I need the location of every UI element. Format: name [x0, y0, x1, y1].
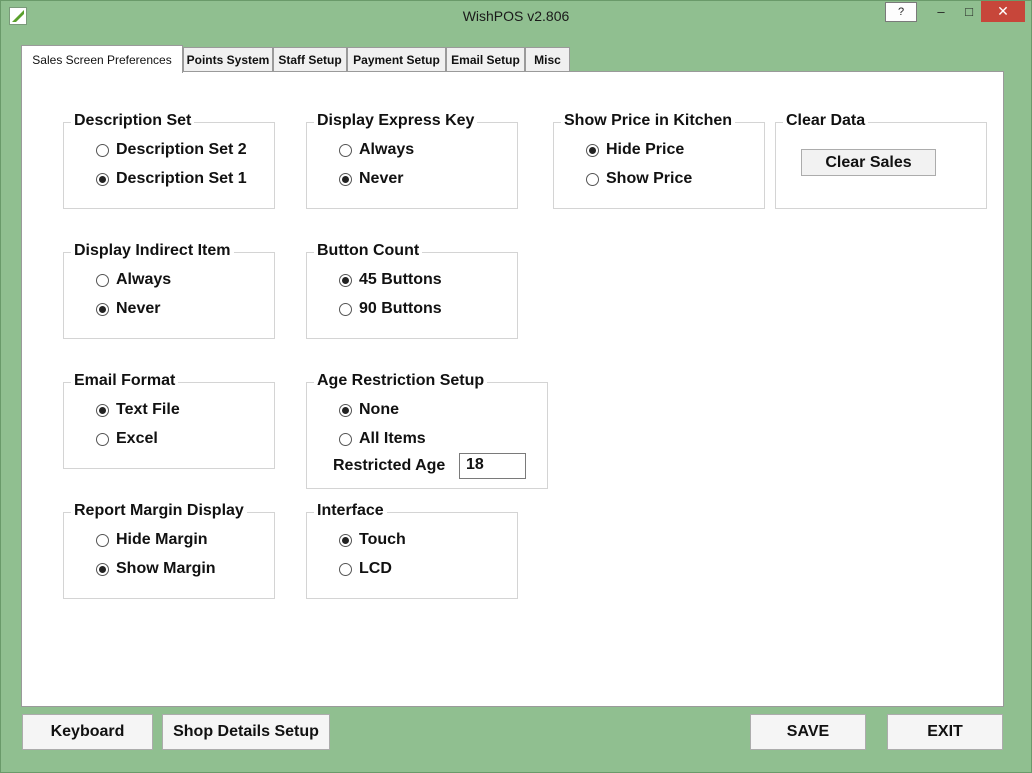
- radio-icon[interactable]: [339, 172, 352, 186]
- radio-icon[interactable]: [96, 143, 109, 157]
- tab-misc[interactable]: Misc: [525, 47, 570, 72]
- save-button[interactable]: SAVE: [750, 714, 866, 750]
- report-margin-group: Report Margin Display Hide Margin Show M…: [63, 502, 275, 599]
- window-title: WishPOS v2.806: [462, 8, 570, 24]
- description-set-group: Description Set Description Set 2 Descri…: [63, 112, 275, 209]
- express-key-never-option[interactable]: Never: [339, 170, 403, 188]
- option-label: Never: [116, 300, 161, 317]
- hide-margin-option[interactable]: Hide Margin: [96, 531, 208, 549]
- group-title: Interface: [314, 502, 387, 520]
- radio-icon[interactable]: [96, 403, 109, 417]
- option-label: Always: [359, 141, 415, 158]
- radio-icon[interactable]: [339, 403, 352, 417]
- option-label: 90 Buttons: [359, 300, 442, 317]
- radio-icon[interactable]: [339, 143, 352, 157]
- radio-icon[interactable]: [339, 432, 352, 446]
- radio-icon[interactable]: [96, 533, 109, 547]
- hide-price-option[interactable]: Hide Price: [586, 141, 684, 159]
- preferences-panel: Description Set Description Set 2 Descri…: [21, 71, 1004, 707]
- radio-icon[interactable]: [96, 172, 109, 186]
- buttons-45-option[interactable]: 45 Buttons: [339, 271, 442, 289]
- option-label: Hide Price: [606, 141, 685, 158]
- group-title: Email Format: [71, 372, 179, 390]
- group-title: Description Set: [71, 112, 195, 130]
- radio-icon[interactable]: [339, 273, 352, 287]
- option-label: Touch: [359, 531, 406, 548]
- option-label: Show Price: [606, 170, 693, 187]
- radio-icon[interactable]: [339, 302, 352, 316]
- option-label: Description Set 1: [116, 170, 247, 187]
- show-price-option[interactable]: Show Price: [586, 170, 692, 188]
- group-title: Age Restriction Setup: [314, 372, 488, 390]
- close-button[interactable]: ✕: [981, 1, 1025, 22]
- radio-icon[interactable]: [586, 172, 599, 186]
- express-key-always-option[interactable]: Always: [339, 141, 414, 159]
- group-title: Display Indirect Item: [71, 242, 234, 260]
- restricted-age-label: Restricted Age: [333, 457, 446, 474]
- group-title: Show Price in Kitchen: [561, 112, 736, 130]
- display-indirect-item-group: Display Indirect Item Always Never: [63, 242, 275, 339]
- option-label: Never: [359, 170, 404, 187]
- description-set-2-option[interactable]: Description Set 2: [96, 141, 247, 159]
- radio-icon[interactable]: [96, 273, 109, 287]
- age-none-option[interactable]: None: [339, 401, 399, 419]
- touch-option[interactable]: Touch: [339, 531, 406, 549]
- group-title: Report Margin Display: [71, 502, 247, 520]
- show-price-kitchen-group: Show Price in Kitchen Hide Price Show Pr…: [553, 112, 765, 209]
- clear-data-group: Clear Data Clear Sales: [775, 112, 987, 209]
- group-title: Clear Data: [783, 112, 869, 130]
- minimize-button[interactable]: –: [927, 1, 955, 22]
- tab-sales-screen-preferences[interactable]: Sales Screen Preferences: [21, 45, 183, 73]
- radio-icon[interactable]: [96, 302, 109, 316]
- help-button[interactable]: ?: [885, 2, 917, 22]
- option-label: Description Set 2: [116, 141, 247, 158]
- option-label: Show Margin: [116, 560, 216, 577]
- exit-button[interactable]: EXIT: [887, 714, 1003, 750]
- option-label: LCD: [359, 560, 392, 577]
- group-title: Button Count: [314, 242, 423, 260]
- title-bar: WishPOS v2.806 ? – □ ✕: [1, 1, 1031, 32]
- show-margin-option[interactable]: Show Margin: [96, 560, 216, 578]
- tab-points-system[interactable]: Points System: [183, 47, 273, 72]
- excel-option[interactable]: Excel: [96, 430, 158, 448]
- lcd-option[interactable]: LCD: [339, 560, 392, 578]
- age-restriction-group: Age Restriction Setup None All Items Res…: [306, 372, 548, 489]
- email-format-group: Email Format Text File Excel: [63, 372, 275, 469]
- radio-icon[interactable]: [339, 562, 352, 576]
- option-label: None: [359, 401, 399, 418]
- interface-group: Interface Touch LCD: [306, 502, 518, 599]
- clear-sales-button[interactable]: Clear Sales: [801, 149, 936, 176]
- shop-details-setup-button[interactable]: Shop Details Setup: [162, 714, 330, 750]
- radio-icon[interactable]: [96, 432, 109, 446]
- option-label: Hide Margin: [116, 531, 208, 548]
- option-label: Always: [116, 271, 172, 288]
- button-count-group: Button Count 45 Buttons 90 Buttons: [306, 242, 518, 339]
- age-all-items-option[interactable]: All Items: [339, 430, 426, 448]
- description-set-1-option[interactable]: Description Set 1: [96, 170, 247, 188]
- buttons-90-option[interactable]: 90 Buttons: [339, 300, 442, 318]
- radio-icon[interactable]: [586, 143, 599, 157]
- app-window: WishPOS v2.806 ? – □ ✕ Sales Screen Pref…: [0, 0, 1032, 773]
- option-label: All Items: [359, 430, 426, 447]
- tab-payment-setup[interactable]: Payment Setup: [347, 47, 446, 72]
- tab-staff-setup[interactable]: Staff Setup: [273, 47, 347, 72]
- group-title: Display Express Key: [314, 112, 478, 130]
- radio-icon[interactable]: [339, 533, 352, 547]
- restricted-age-input[interactable]: 18: [459, 453, 526, 479]
- maximize-button[interactable]: □: [955, 1, 983, 22]
- indirect-item-never-option[interactable]: Never: [96, 300, 160, 318]
- radio-icon[interactable]: [96, 562, 109, 576]
- text-file-option[interactable]: Text File: [96, 401, 180, 419]
- tab-email-setup[interactable]: Email Setup: [446, 47, 525, 72]
- option-label: Text File: [116, 401, 180, 418]
- indirect-item-always-option[interactable]: Always: [96, 271, 171, 289]
- keyboard-button[interactable]: Keyboard: [22, 714, 153, 750]
- option-label: 45 Buttons: [359, 271, 442, 288]
- display-express-key-group: Display Express Key Always Never: [306, 112, 518, 209]
- option-label: Excel: [116, 430, 158, 447]
